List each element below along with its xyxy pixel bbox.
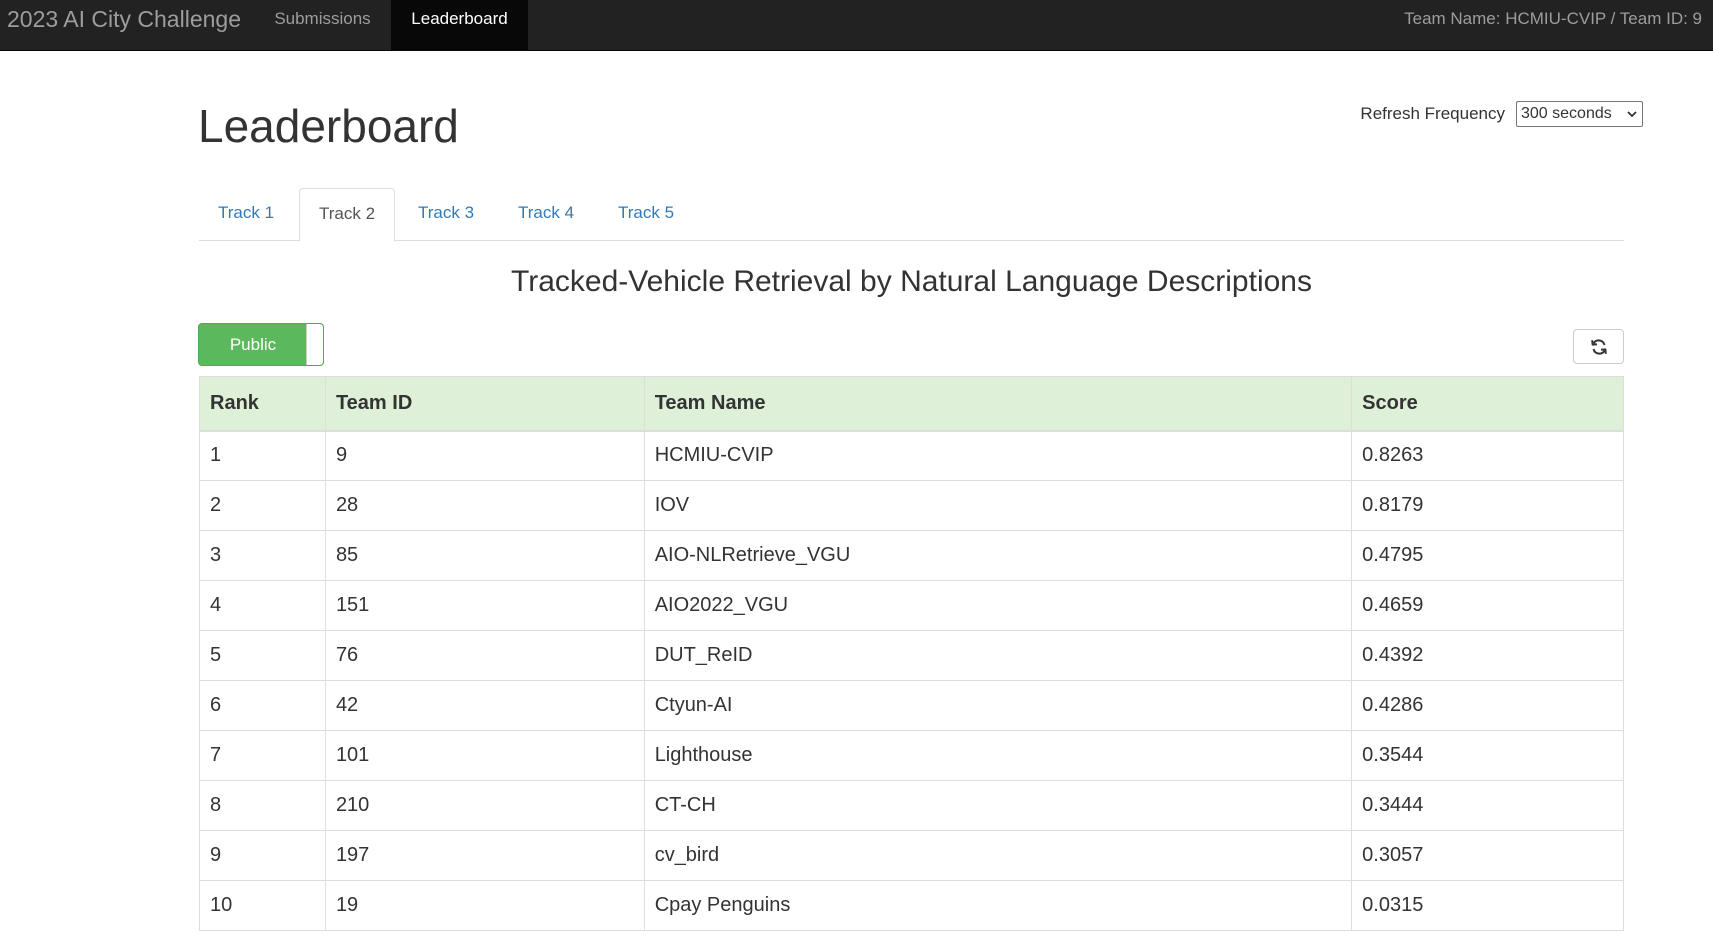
- team-id-cell: 42: [324, 680, 645, 731]
- rank-cell: 7: [199, 730, 326, 781]
- table-row: 1 9 HCMIU-CVIP 0.8263: [199, 430, 1624, 481]
- table-row: 9 197 cv_bird 0.3057: [199, 830, 1624, 881]
- column-header-rank[interactable]: Rank: [199, 376, 326, 432]
- column-header-team-name[interactable]: Team Name: [643, 376, 1353, 432]
- toggle-label: Public: [229, 335, 277, 354]
- team-name-cell: IOV: [643, 480, 1353, 531]
- table-row: 7 101 Lighthouse 0.3544: [199, 730, 1624, 781]
- team-id-cell: 85: [324, 530, 645, 581]
- team-name-cell: cv_bird: [643, 830, 1353, 881]
- score-cell: 0.3057: [1351, 830, 1624, 881]
- page-title: Leaderboard: [198, 100, 459, 152]
- column-header-team-id[interactable]: Team ID: [324, 376, 645, 432]
- table-row: 4 151 AIO2022_VGU 0.4659: [199, 580, 1624, 631]
- tab-track-4[interactable]: Track 4: [499, 188, 593, 241]
- team-id-cell: 76: [324, 630, 645, 681]
- team-name-cell: HCMIU-CVIP: [643, 430, 1353, 481]
- score-cell: 0.4392: [1351, 630, 1624, 681]
- brand-link[interactable]: 2023 AI City Challenge: [7, 5, 241, 33]
- refresh-icon: [1590, 338, 1607, 355]
- score-cell: 0.4286: [1351, 680, 1624, 731]
- refresh-frequency-value: 300 seconds: [1521, 105, 1612, 122]
- tab-track-5[interactable]: Track 5: [599, 188, 693, 241]
- refresh-button[interactable]: [1573, 329, 1624, 364]
- team-name-cell: Lighthouse: [643, 730, 1353, 781]
- score-cell: 0.8179: [1351, 480, 1624, 531]
- team-id-cell: 151: [324, 580, 645, 631]
- team-id-cell: 19: [324, 880, 645, 931]
- table-row: 8 210 CT-CH 0.3444: [199, 780, 1624, 831]
- team-name-cell: Ctyun-AI: [643, 680, 1353, 731]
- rank-cell: 4: [199, 580, 326, 631]
- nav-submissions[interactable]: Submissions: [254, 0, 391, 50]
- score-cell: 0.4795: [1351, 530, 1624, 581]
- score-cell: 0.4659: [1351, 580, 1624, 631]
- rank-cell: 10: [199, 880, 326, 931]
- table-row: 5 76 DUT_ReID 0.4392: [199, 630, 1624, 681]
- column-header-score[interactable]: Score: [1351, 376, 1624, 432]
- team-info: Team Name: HCMIU-CVIP / Team ID: 9: [1404, 9, 1702, 28]
- table-row: 6 42 Ctyun-AI 0.4286: [199, 680, 1624, 731]
- nav-leaderboard[interactable]: Leaderboard: [391, 0, 528, 50]
- tab-track-1[interactable]: Track 1: [199, 188, 293, 241]
- tab-track-3[interactable]: Track 3: [399, 188, 493, 241]
- public-private-toggle[interactable]: Public: [198, 323, 324, 366]
- rank-cell: 8: [199, 780, 326, 831]
- team-id-cell: 9: [324, 430, 645, 481]
- score-cell: 0.3444: [1351, 780, 1624, 831]
- rank-cell: 1: [199, 430, 326, 481]
- team-name-cell: Cpay Penguins: [643, 880, 1353, 931]
- section-title: Tracked-Vehicle Retrieval by Natural Lan…: [511, 265, 1312, 298]
- table-header-row: Rank Team ID Team Name Score: [199, 376, 1624, 432]
- track-tabs: Track 1 Track 2 Track 3 Track 4 Track 5: [199, 188, 1624, 242]
- rank-cell: 5: [199, 630, 326, 681]
- refresh-frequency-select[interactable]: 300 seconds: [1516, 101, 1643, 127]
- team-name-cell: DUT_ReID: [643, 630, 1353, 681]
- team-name-cell: AIO2022_VGU: [643, 580, 1353, 631]
- refresh-frequency-label: Refresh Frequency: [1360, 104, 1505, 123]
- table-row: 10 19 Cpay Penguins 0.0315: [199, 880, 1624, 931]
- rank-cell: 9: [199, 830, 326, 881]
- refresh-frequency-control: Refresh Frequency 300 seconds: [1360, 101, 1643, 127]
- toggle-handle: [306, 324, 323, 365]
- team-id-cell: 101: [324, 730, 645, 781]
- tab-track-2[interactable]: Track 2: [299, 188, 396, 242]
- table-row: 3 85 AIO-NLRetrieve_VGU 0.4795: [199, 530, 1624, 581]
- score-cell: 0.8263: [1351, 430, 1624, 481]
- rank-cell: 3: [199, 530, 326, 581]
- rank-cell: 6: [199, 680, 326, 731]
- leaderboard-table: Rank Team ID Team Name Score 1 9 HCMIU-CVI…: [199, 376, 1624, 931]
- chevron-down-icon: [1627, 111, 1637, 118]
- team-id-cell: 197: [324, 830, 645, 881]
- table-row: 2 28 IOV 0.8179: [199, 480, 1624, 531]
- team-id-cell: 28: [324, 480, 645, 531]
- rank-cell: 2: [199, 480, 326, 531]
- team-name-cell: CT-CH: [643, 780, 1353, 831]
- team-name-cell: AIO-NLRetrieve_VGU: [643, 530, 1353, 581]
- score-cell: 0.0315: [1351, 880, 1624, 931]
- team-id-cell: 210: [324, 780, 645, 831]
- top-navbar: 2023 AI City Challenge Submissions Leade…: [0, 0, 1713, 51]
- score-cell: 0.3544: [1351, 730, 1624, 781]
